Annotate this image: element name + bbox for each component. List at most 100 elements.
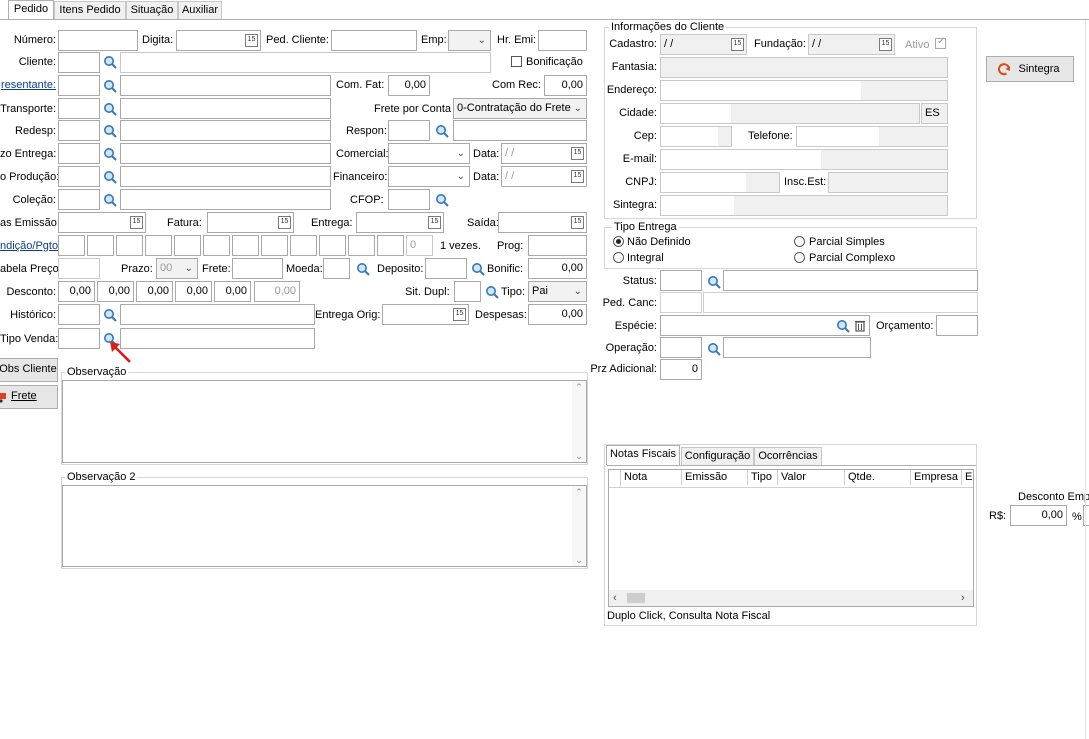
prz-adicional-input[interactable]: 0 (660, 359, 702, 380)
search-icon[interactable] (707, 342, 721, 356)
sit-dupl-input[interactable] (454, 281, 481, 302)
tab-auxiliar[interactable]: Auxiliar (178, 1, 222, 19)
digita-date-input[interactable]: 15 (176, 30, 261, 51)
observacao2-textarea[interactable]: ⌃ ⌄ (62, 485, 587, 567)
especie-input[interactable] (660, 315, 870, 336)
desconto-percent-input[interactable] (1083, 505, 1089, 526)
tab-pedido[interactable]: Pedido (8, 0, 54, 20)
search-icon[interactable] (103, 102, 117, 116)
radio-nao-definido[interactable] (613, 236, 624, 247)
scrollbar[interactable]: ⌃ ⌄ (572, 381, 586, 462)
frete-conta-select[interactable]: 0-Contratação do Frete ⌄ (453, 98, 587, 119)
moeda-input[interactable] (323, 258, 350, 279)
data-2-input[interactable]: / / 15 (501, 166, 587, 187)
tab-notas-fiscais[interactable]: Notas Fiscais (606, 445, 680, 465)
search-icon[interactable] (707, 275, 721, 289)
search-icon[interactable] (435, 193, 449, 207)
redesp-code-input[interactable] (58, 120, 100, 141)
tipo-venda-name-input[interactable] (120, 328, 315, 349)
prazo-select[interactable]: 00 ⌄ (156, 258, 198, 279)
desconto-2-input[interactable]: 0,00 (97, 281, 134, 302)
search-icon[interactable] (103, 193, 117, 207)
tipo-select[interactable]: Pai ⌄ (528, 281, 587, 302)
tabela-preco-input[interactable] (58, 258, 100, 279)
bonific-input[interactable]: 0,00 (528, 258, 587, 279)
hr-emi-input[interactable] (538, 30, 587, 51)
parcela-input[interactable] (319, 235, 346, 256)
status-code-input[interactable] (660, 270, 702, 291)
sintegra-button[interactable]: Sintegra (986, 56, 1074, 82)
cliente-code-input[interactable] (58, 52, 100, 73)
parcela-input[interactable] (203, 235, 230, 256)
observacao-textarea[interactable]: ⌃ ⌄ (62, 380, 587, 463)
column-header[interactable]: E (962, 470, 973, 485)
bonificacao-checkbox[interactable] (511, 56, 522, 67)
frete-input[interactable] (232, 258, 283, 279)
desconto-3-input[interactable]: 0,00 (136, 281, 173, 302)
tab-ocorrencias[interactable]: Ocorrências (754, 447, 822, 465)
desconto-empresa-input[interactable]: 0,00 (1010, 505, 1067, 526)
calendar-icon[interactable]: 15 (130, 216, 143, 229)
tab-configuracao[interactable]: Configuração (681, 447, 754, 465)
horizontal-scrollbar[interactable]: ‹ › (609, 590, 973, 606)
cfop-input[interactable] (388, 189, 430, 210)
calendar-icon[interactable]: 15 (278, 216, 291, 229)
respon-name-input[interactable] (453, 120, 587, 141)
transporte-name-input[interactable] (120, 98, 331, 119)
orcamento-input[interactable] (936, 315, 978, 336)
column-header[interactable]: Nota (621, 470, 682, 485)
com-rec-input[interactable]: 0,00 (544, 75, 587, 96)
radio-parcial-complexo[interactable] (794, 252, 805, 263)
search-icon[interactable] (485, 285, 499, 299)
parcela-input[interactable] (87, 235, 114, 256)
calendar-icon[interactable]: 15 (245, 34, 258, 47)
parcela-input[interactable] (116, 235, 143, 256)
data-1-input[interactable]: / / 15 (501, 143, 587, 164)
column-header[interactable]: Tipo (748, 470, 778, 485)
deposito-input[interactable] (425, 258, 467, 279)
search-icon[interactable] (103, 147, 117, 161)
scroll-left-icon[interactable]: ‹ (613, 590, 617, 606)
frete-button[interactable]: Frete (0, 385, 58, 409)
search-icon[interactable] (103, 308, 117, 322)
despesas-input[interactable]: 0,00 (528, 304, 587, 325)
ped-cliente-input[interactable] (331, 30, 417, 51)
comercial-select[interactable]: ⌄ (388, 143, 470, 164)
prazo-entrega-name-input[interactable] (120, 143, 331, 164)
search-icon[interactable] (103, 170, 117, 184)
producao-code-input[interactable] (58, 166, 100, 187)
historico-code-input[interactable] (58, 304, 100, 325)
calendar-icon[interactable]: 15 (571, 216, 584, 229)
calendar-icon[interactable]: 15 (571, 147, 584, 160)
fatura-date-input[interactable]: 15 (207, 212, 294, 233)
tab-itens-pedido[interactable]: Itens Pedido (54, 1, 126, 19)
column-header[interactable]: Valor (778, 470, 845, 485)
search-icon[interactable] (103, 124, 117, 138)
operacao-name-input[interactable] (723, 337, 871, 358)
obs-cliente-button[interactable]: Obs Cliente (0, 358, 58, 382)
com-fat-input[interactable]: 0,00 (388, 75, 430, 96)
tab-situacao[interactable]: Situação (126, 1, 178, 19)
calendar-icon[interactable]: 15 (428, 216, 441, 229)
column-header[interactable]: Qtde. (845, 470, 911, 485)
prog-input[interactable] (528, 235, 587, 256)
producao-name-input[interactable] (120, 166, 331, 187)
representante-code-input[interactable] (58, 75, 100, 96)
desconto-5-input[interactable]: 0,00 (214, 281, 251, 302)
colecao-code-input[interactable] (58, 189, 100, 210)
notas-fiscais-grid[interactable]: Nota Emissão Tipo Valor Qtde. Empresa E … (608, 469, 974, 607)
respon-code-input[interactable] (388, 120, 430, 141)
parcela-input[interactable] (261, 235, 288, 256)
saida-date-input[interactable]: 15 (498, 212, 587, 233)
column-header[interactable]: Emissão (682, 470, 748, 485)
parcela-input[interactable] (58, 235, 85, 256)
parcela-input[interactable] (174, 235, 201, 256)
parcela-input[interactable] (145, 235, 172, 256)
parcela-input[interactable] (232, 235, 259, 256)
search-icon[interactable] (103, 55, 117, 69)
tipo-venda-code-input[interactable] (58, 328, 100, 349)
redesp-name-input[interactable] (120, 120, 331, 141)
financeiro-select[interactable]: ⌄ (388, 166, 470, 187)
numero-input[interactable] (58, 30, 138, 51)
calendar-icon[interactable]: 15 (571, 170, 584, 183)
